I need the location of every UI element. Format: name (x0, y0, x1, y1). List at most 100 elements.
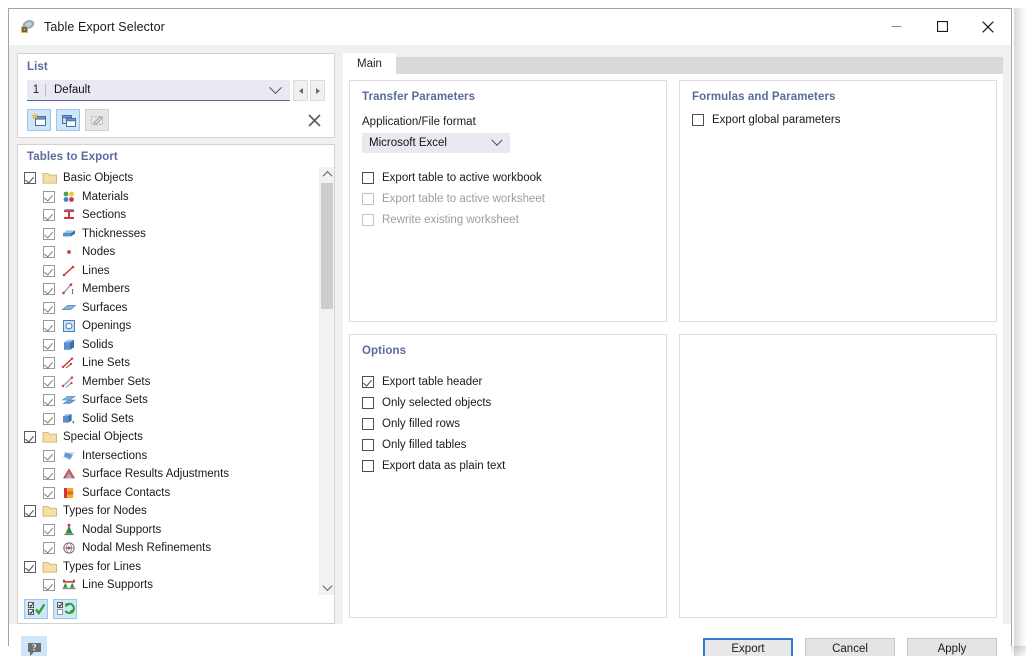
checkbox-label: Only filled rows (382, 418, 460, 430)
tree-row-checkbox[interactable] (24, 172, 36, 184)
application-file-format-select[interactable]: Microsoft Excel (362, 133, 510, 153)
scroll-down-button[interactable] (320, 580, 334, 595)
select-all-button[interactable] (24, 599, 48, 619)
tree-row-checkbox[interactable] (43, 265, 55, 277)
tables-tree[interactable]: Basic ObjectsMaterialsSectionsThicknesse… (18, 167, 319, 595)
tree-row[interactable]: Openings (18, 317, 319, 336)
tree-row-checkbox[interactable] (43, 376, 55, 388)
options-checkbox-group: Export table headerOnly selected objects… (362, 371, 654, 476)
tree-row-label: Nodes (82, 246, 115, 258)
clear-list-button[interactable] (303, 109, 325, 131)
export-button[interactable]: Export (703, 638, 793, 656)
list-prev-button[interactable] (293, 80, 308, 101)
checkbox[interactable] (362, 460, 374, 472)
tree-row-checkbox[interactable] (43, 357, 55, 369)
tree-row[interactable]: Nodes (18, 243, 319, 262)
tree-row-checkbox[interactable] (43, 487, 55, 499)
tree-row-checkbox[interactable] (43, 228, 55, 240)
tree-row[interactable]: Surface Results Adjustments (18, 465, 319, 484)
list-next-button[interactable] (310, 80, 325, 101)
left-column: List 1 Default (17, 53, 335, 624)
tree-row-checkbox[interactable] (43, 302, 55, 314)
tree-row[interactable]: Member Sets (18, 373, 319, 392)
tree-row-checkbox[interactable] (43, 209, 55, 221)
tree-row[interactable]: Surface Sets (18, 391, 319, 410)
tree-row-checkbox[interactable] (24, 561, 36, 573)
surface-set-icon (61, 393, 77, 407)
tree-row-checkbox[interactable] (43, 283, 55, 295)
apply-button[interactable]: Apply (907, 638, 997, 656)
tree-row[interactable]: Special Objects (18, 428, 319, 447)
tree-scrollbar[interactable] (319, 167, 334, 595)
tree-row-checkbox[interactable] (43, 191, 55, 203)
window-controls (873, 9, 1011, 44)
close-button[interactable] (965, 9, 1011, 44)
checkbox-row[interactable]: Export data as plain text (362, 455, 654, 476)
empty-panel (679, 334, 997, 618)
tree-row[interactable]: Types for Lines (18, 558, 319, 577)
tree-row-checkbox[interactable] (43, 542, 55, 554)
tree-row-label: Lines (82, 265, 110, 277)
tree-footer-toolbar (18, 595, 334, 623)
tree-row[interactable]: Solids (18, 336, 319, 355)
new-list-button[interactable] (27, 109, 51, 131)
tree-row-label: Solids (82, 339, 113, 351)
tab-strip: Main (343, 53, 1003, 74)
copy-list-button[interactable] (56, 109, 80, 131)
checkbox-row[interactable]: Export global parameters (692, 109, 984, 130)
tree-row-label: Special Objects (63, 431, 143, 443)
scroll-up-button[interactable] (320, 167, 334, 182)
checkbox-row[interactable]: Only filled rows (362, 413, 654, 434)
tree-row[interactable]: Surfaces (18, 299, 319, 318)
help-button[interactable]: ? (21, 636, 47, 656)
line-set-icon (61, 356, 77, 370)
maximize-button[interactable] (919, 9, 965, 44)
checkbox-row[interactable]: Only selected objects (362, 392, 654, 413)
cancel-button[interactable]: Cancel (805, 638, 895, 656)
checkbox-row[interactable]: Export table header (362, 371, 654, 392)
checkbox[interactable] (692, 114, 704, 126)
tree-row-checkbox[interactable] (43, 394, 55, 406)
tree-row-checkbox[interactable] (43, 450, 55, 462)
scrollbar-thumb[interactable] (321, 183, 333, 309)
checkbox (362, 193, 374, 205)
tree-row[interactable]: Nodal Supports (18, 521, 319, 540)
checkbox[interactable] (362, 418, 374, 430)
invert-selection-button[interactable] (53, 599, 77, 619)
checkbox[interactable] (362, 397, 374, 409)
checkbox-row[interactable]: Only filled tables (362, 434, 654, 455)
section-i-beam-icon (61, 208, 77, 222)
tree-row-checkbox[interactable] (43, 413, 55, 425)
tree-row[interactable]: Sections (18, 206, 319, 225)
tree-row-checkbox[interactable] (43, 468, 55, 480)
tree-row[interactable]: Intersections (18, 447, 319, 466)
tab-main[interactable]: Main (343, 53, 396, 74)
tree-row-checkbox[interactable] (43, 246, 55, 258)
checkbox-row[interactable]: Export table to active workbook (362, 167, 654, 188)
checkbox[interactable] (362, 439, 374, 451)
tree-row[interactable]: Line Sets (18, 354, 319, 373)
chevron-down-icon[interactable] (269, 81, 282, 94)
tree-row[interactable]: Thicknesses (18, 225, 319, 244)
tree-row-checkbox[interactable] (24, 431, 36, 443)
checkbox[interactable] (362, 172, 374, 184)
chevron-up-icon (322, 171, 332, 181)
tree-row-checkbox[interactable] (43, 524, 55, 536)
checkbox[interactable] (362, 376, 374, 388)
tree-row[interactable]: Solid Sets (18, 410, 319, 429)
list-combo[interactable]: 1 Default (27, 80, 290, 101)
tree-row[interactable]: Surface Contacts (18, 484, 319, 503)
tree-row[interactable]: Types for Nodes (18, 502, 319, 521)
tree-row[interactable]: Basic Objects (18, 169, 319, 188)
tree-row-checkbox[interactable] (24, 505, 36, 517)
tree-row[interactable]: IMembers (18, 280, 319, 299)
minimize-button[interactable] (873, 9, 919, 44)
tree-row-label: Surface Results Adjustments (82, 468, 229, 480)
tree-row[interactable]: Lines (18, 262, 319, 281)
tree-row-checkbox[interactable] (43, 339, 55, 351)
tree-row-checkbox[interactable] (43, 320, 55, 332)
tree-row-checkbox[interactable] (43, 579, 55, 591)
tree-row[interactable]: Nodal Mesh Refinements (18, 539, 319, 558)
tree-row[interactable]: Materials (18, 188, 319, 207)
tree-row[interactable]: Line Supports (18, 576, 319, 595)
